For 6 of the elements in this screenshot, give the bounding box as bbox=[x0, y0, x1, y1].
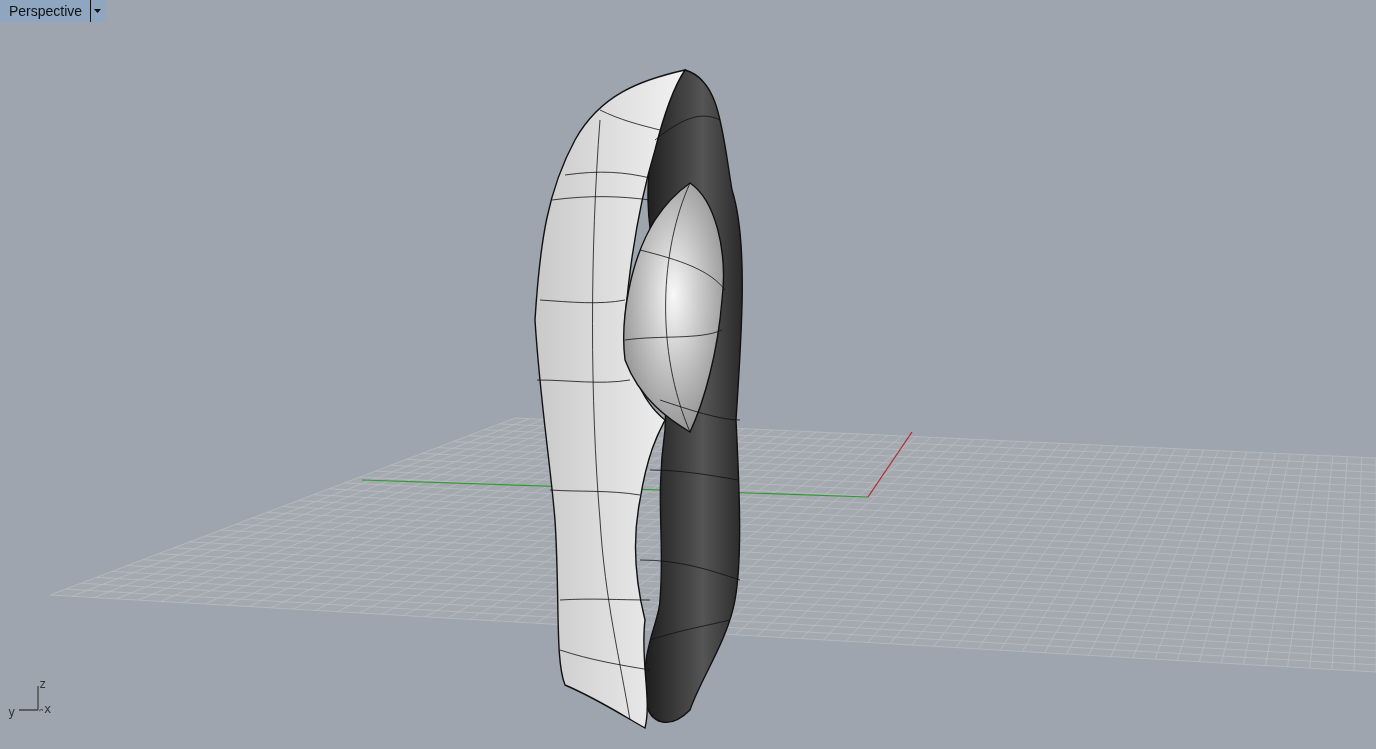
caret-icon bbox=[93, 9, 101, 13]
x-axis-line bbox=[867, 431, 913, 498]
y-axis-label: y bbox=[8, 706, 16, 718]
z-axis-label: z bbox=[39, 678, 47, 690]
viewport-menu-button[interactable] bbox=[90, 0, 104, 22]
x-axis-label: x bbox=[44, 703, 52, 715]
